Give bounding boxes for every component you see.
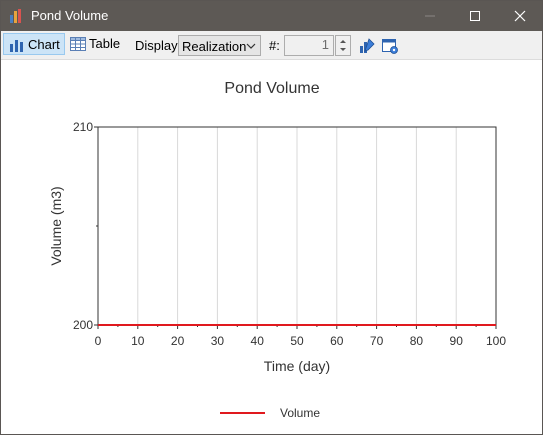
chart-properties-icon[interactable]	[358, 37, 376, 55]
realization-number-spinner[interactable]	[335, 35, 351, 56]
x-tick-label: 30	[211, 334, 225, 348]
y-tick-label: 210	[73, 120, 93, 134]
close-button[interactable]	[497, 1, 542, 31]
x-tick-label: 0	[95, 334, 102, 348]
x-tick-label: 40	[251, 334, 265, 348]
chart-view-button[interactable]: Chart	[3, 33, 65, 55]
chart-style-icon[interactable]	[381, 37, 399, 55]
chart-app-icon	[10, 9, 21, 23]
x-tick-label: 90	[450, 334, 464, 348]
x-tick-label: 20	[171, 334, 185, 348]
maximize-button[interactable]	[452, 1, 497, 31]
minimize-icon	[424, 15, 435, 17]
x-tick-label: 70	[370, 334, 384, 348]
title-bar[interactable]: Pond Volume	[1, 1, 542, 31]
x-tick-label: 60	[330, 334, 344, 348]
y-tick-label: 200	[73, 318, 93, 332]
display-select[interactable]: Realization	[178, 35, 261, 56]
realization-number-input[interactable]: 1	[284, 35, 334, 56]
x-axis-label: Time (day)	[264, 358, 330, 374]
display-select-value: Realization	[182, 39, 247, 54]
chevron-down-icon	[246, 43, 256, 49]
spin-down-icon[interactable]	[336, 46, 350, 55]
legend-label: Volume	[280, 406, 320, 420]
minimize-button[interactable]	[407, 1, 452, 31]
x-tick-label: 80	[410, 334, 424, 348]
window: Pond Volume Chart Table Display: Realiza…	[0, 0, 543, 435]
bar-chart-icon	[10, 40, 23, 52]
x-tick-label: 50	[290, 334, 304, 348]
chart-area: Pond Volume 0 10 20 30 40 50 60 70 80 90 100 200 210 T…	[48, 80, 506, 420]
close-icon	[514, 10, 525, 22]
x-tick-label: 100	[486, 334, 506, 348]
table-grid-icon	[70, 37, 86, 51]
chart-view-label: Chart	[28, 37, 60, 52]
x-tick-label: 10	[131, 334, 145, 348]
y-axis-label: Volume (m3)	[48, 186, 64, 265]
table-view-button[interactable]: Table	[68, 33, 120, 55]
display-label: Display:	[135, 38, 182, 53]
realization-number-label: #:	[269, 38, 280, 53]
spin-up-icon[interactable]	[336, 37, 350, 46]
chart-title: Pond Volume	[224, 80, 319, 97]
table-view-label: Table	[89, 36, 121, 51]
maximize-icon	[469, 11, 480, 21]
toolbar: Chart Table Display: Realization #: 1	[1, 31, 542, 60]
window-title: Pond Volume	[31, 8, 109, 23]
